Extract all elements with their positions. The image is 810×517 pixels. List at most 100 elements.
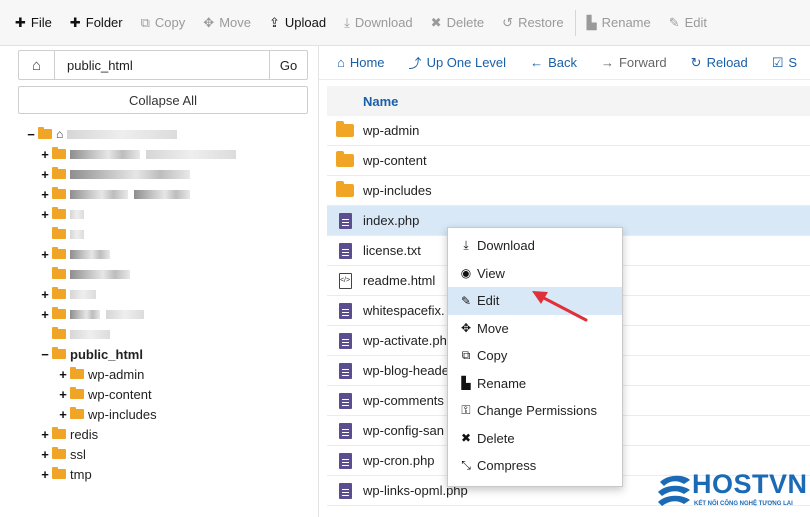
file-icon (338, 302, 352, 319)
upload-button[interactable]: ⇪ Upload (260, 0, 335, 45)
file-type-cell (327, 482, 363, 499)
tree-node-label: redis (70, 426, 99, 442)
up-one-level-label: Up One Level (426, 55, 507, 70)
arrow-left-icon: ← (530, 55, 544, 70)
collapse-toggle[interactable]: − (26, 127, 36, 142)
reload-icon: ↻ (690, 54, 702, 70)
back-button[interactable]: ← Back (530, 55, 577, 70)
expand-toggle[interactable]: + (40, 247, 50, 262)
file-icon (338, 212, 352, 229)
copy-label: Copy (154, 15, 186, 30)
expand-toggle[interactable]: + (58, 407, 68, 422)
select-all-icon: ☑ (771, 54, 784, 70)
context-menu-item-compress[interactable]: ⤡ Compress (448, 452, 622, 480)
file-name: wp-activate.ph (363, 333, 447, 348)
path-input[interactable]: public_html (55, 51, 269, 79)
tree-node[interactable]: + (40, 304, 150, 324)
hostvn-logo-icon (658, 475, 690, 506)
context-menu-item-view[interactable]: ◉ View (448, 260, 622, 288)
select-all-button[interactable]: ☑ S (772, 55, 797, 71)
file-type-cell (327, 242, 363, 259)
tree-node[interactable]: + (40, 164, 196, 184)
new-folder-button[interactable]: ✚ Folder (61, 0, 132, 45)
file-type-cell (327, 181, 363, 197)
file-row[interactable]: wp-content (327, 146, 810, 176)
tree-node[interactable]: + (40, 204, 90, 224)
context-menu-item-download[interactable]: ⤓ Download (448, 232, 622, 260)
copy-button[interactable]: ⧉ Copy (132, 0, 195, 45)
context-menu-item-copy[interactable]: ⧉ Copy (448, 342, 622, 370)
file-type-cell: </> (327, 272, 363, 289)
expand-toggle[interactable]: + (58, 367, 68, 382)
home-button[interactable]: ⌂ Home (337, 55, 385, 70)
forward-label: Forward (618, 55, 667, 70)
tree-root[interactable]: − ⌂ (26, 124, 183, 144)
expand-toggle[interactable]: + (40, 467, 50, 482)
reload-button[interactable]: ↻ Reload (691, 55, 748, 71)
file-type-cell (327, 151, 363, 167)
file-row[interactable]: wp-admin (327, 116, 810, 146)
collapse-toggle[interactable]: − (40, 347, 50, 362)
expand-toggle[interactable]: + (40, 147, 50, 162)
download-label: Download (354, 15, 413, 30)
expand-toggle[interactable]: + (40, 307, 50, 322)
redacted-text (70, 309, 100, 319)
up-one-level-button[interactable]: ⤴ Up One Level (409, 53, 507, 72)
restore-label: Restore (518, 15, 564, 30)
context-menu-item-change-permissions[interactable]: ⚿ Change Permissions (448, 397, 622, 425)
tree-node[interactable]: + (40, 244, 116, 264)
expand-toggle[interactable]: + (40, 427, 50, 442)
name-column-header[interactable]: Name (327, 86, 810, 116)
tree-node[interactable] (50, 224, 90, 244)
file-type-cell (327, 332, 363, 349)
expand-toggle[interactable]: + (40, 167, 50, 182)
tree-node-tmp[interactable]: + tmp (40, 464, 91, 484)
context-menu-item-rename[interactable]: ▙ Rename (448, 370, 622, 398)
tree-node-public-html[interactable]: − public_html (40, 344, 143, 364)
new-file-button[interactable]: ✚ File (6, 0, 61, 45)
folder-icon (52, 147, 66, 159)
tree-node[interactable]: + (40, 144, 242, 164)
redacted-text (70, 289, 96, 299)
context-menu-item-delete[interactable]: ✖ Delete (448, 425, 622, 453)
download-button[interactable]: ⤓ Download (335, 0, 422, 45)
expand-toggle[interactable]: + (58, 387, 68, 402)
file-icon: ▙ (461, 376, 471, 391)
tree-node-wp-admin[interactable]: + wp-admin (58, 364, 144, 384)
delete-button[interactable]: ✖ Delete (422, 0, 493, 45)
tree-node-ssl[interactable]: + ssl (40, 444, 86, 464)
file-name: index.php (363, 213, 420, 228)
tree-node[interactable] (50, 264, 136, 284)
expand-toggle[interactable]: + (40, 287, 50, 302)
edit-button[interactable]: ✎ Edit (660, 0, 716, 45)
collapse-all-button[interactable]: Collapse All (18, 86, 308, 114)
file-manager-toolbar: ✚ File ✚ Folder ⧉ Copy ✥ Move ⇪ Upload ⤓ Downl… (0, 0, 810, 46)
tree-node[interactable]: + (40, 184, 196, 204)
tree-node-label: public_html (70, 346, 143, 362)
folder-icon (52, 267, 66, 279)
tree-node[interactable] (50, 324, 116, 344)
folder-icon (336, 181, 354, 197)
folder-icon (52, 447, 66, 459)
expand-toggle[interactable]: + (40, 207, 50, 222)
file-type-cell (327, 452, 363, 469)
expand-toggle[interactable]: + (40, 187, 50, 202)
redacted-text (70, 249, 110, 259)
new-file-label: File (30, 15, 52, 30)
go-button[interactable]: Go (269, 51, 307, 79)
move-button[interactable]: ✥ Move (194, 0, 260, 45)
redacted-text (146, 149, 236, 159)
tree-node-wp-includes[interactable]: + wp-includes (58, 404, 156, 424)
folder-open-icon (38, 127, 52, 139)
tree-node[interactable]: + (40, 284, 102, 304)
tree-node-redis[interactable]: + redis (40, 424, 98, 444)
forward-button[interactable]: → Forward (601, 55, 667, 70)
folder-icon (52, 307, 66, 319)
restore-icon: ↺ (502, 14, 514, 30)
expand-toggle[interactable]: + (40, 447, 50, 462)
restore-button[interactable]: ↺ Restore (493, 0, 572, 45)
rename-button[interactable]: ▙ Rename (578, 0, 660, 45)
home-icon[interactable]: ⌂ (19, 51, 55, 79)
tree-node-wp-content[interactable]: + wp-content (58, 384, 151, 404)
file-row[interactable]: wp-includes (327, 176, 810, 206)
